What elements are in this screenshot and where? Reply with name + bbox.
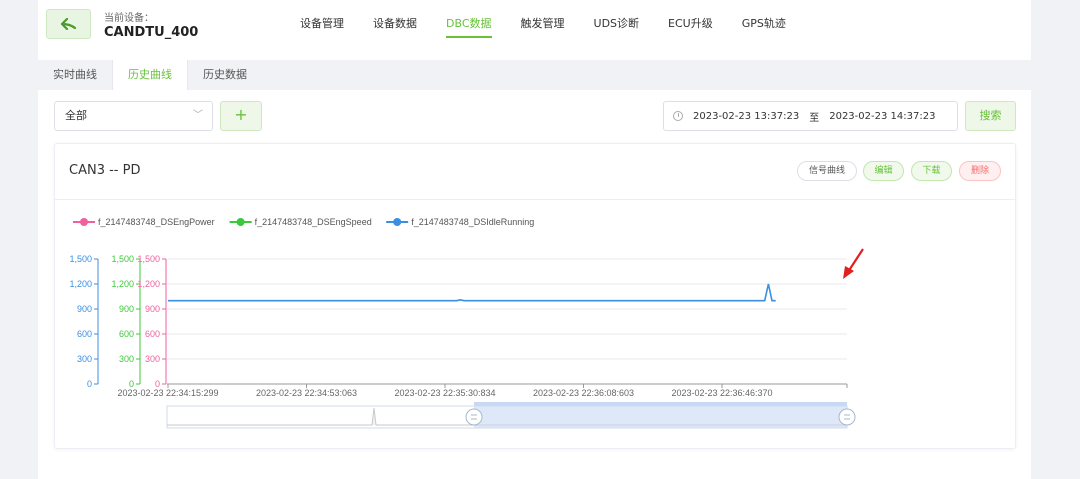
legend-marker xyxy=(80,218,88,226)
signal-select[interactable]: 全部 ﹀ xyxy=(54,101,213,131)
y-tick-label: 300 xyxy=(119,354,134,364)
clock-icon xyxy=(673,111,683,121)
y-tick-label: 300 xyxy=(77,354,92,364)
main-content: 全部 ﹀ + 2023-02-23 13:37:23 至 2023-02-23 … xyxy=(38,90,1031,479)
top-bar: 当前设备： CANDTU_400 设备管理 设备数据 DBC数据 触发管理 UD… xyxy=(38,0,1031,60)
nav-device-data[interactable]: 设备数据 xyxy=(373,16,417,38)
legend-label: f_2147483748_DSEngPower xyxy=(98,217,215,227)
y-tick-label: 1,200 xyxy=(111,279,134,289)
zoom-handle-right[interactable] xyxy=(838,408,856,426)
y-tick-label: 600 xyxy=(145,329,160,339)
chart-panel: CAN3 -- PD 信号曲线 编辑 下载 删除 f_2147483748_DS… xyxy=(54,143,1016,449)
y-tick-label: 600 xyxy=(77,329,92,339)
signal-select-value: 全部 xyxy=(65,109,87,122)
legend-marker xyxy=(236,218,245,226)
back-button[interactable] xyxy=(46,9,91,39)
x-tick-label: 2023-02-23 22:34:53:063 xyxy=(256,388,357,398)
x-tick-label: 2023-02-23 22:36:08:603 xyxy=(533,388,634,398)
history-chart: f_2147483748_DSEngPower f_2147483748_DSEn… xyxy=(69,217,864,429)
device-name: CANDTU_400 xyxy=(104,25,199,40)
y-tick-label: 300 xyxy=(145,354,160,364)
y-tick-label: 1,500 xyxy=(137,254,160,264)
tab-history-curve[interactable]: 历史曲线 xyxy=(112,60,188,90)
annotation-arrow-shaft xyxy=(847,248,864,273)
nav-trigger-management[interactable]: 触发管理 xyxy=(521,16,565,38)
y-tick-label: 1,200 xyxy=(69,279,92,289)
current-device-label: 当前设备： xyxy=(104,13,154,24)
zoom-handle-left[interactable] xyxy=(465,408,483,426)
chevron-down-icon: ﹀ xyxy=(193,110,203,121)
date-start[interactable]: 2023-02-23 13:37:23 xyxy=(693,111,799,122)
date-range-picker[interactable]: 2023-02-23 13:37:23 至 2023-02-23 14:37:2… xyxy=(663,101,958,131)
annotation-arrow-head xyxy=(843,266,854,279)
zoom-selection-bar xyxy=(474,402,847,406)
x-tick-label: 2023-02-23 22:35:30:834 xyxy=(394,388,495,398)
y-tick-label: 900 xyxy=(119,304,134,314)
tab-history-data[interactable]: 历史数据 xyxy=(188,60,262,90)
y-tick-label: 600 xyxy=(119,329,134,339)
nav-gps-track[interactable]: GPS轨迹 xyxy=(742,16,786,38)
y-tick-label: 1,500 xyxy=(111,254,134,264)
tab-realtime-curve[interactable]: 实时曲线 xyxy=(38,60,112,90)
y-tick-label: 0 xyxy=(87,379,92,389)
add-button[interactable]: + xyxy=(220,101,262,131)
back-arrow-icon xyxy=(60,18,76,30)
y-tick-label: 1,200 xyxy=(137,279,160,289)
zoom-handle-icon xyxy=(838,408,856,426)
date-end[interactable]: 2023-02-23 14:37:23 xyxy=(829,111,935,122)
main-nav: 设备管理 设备数据 DBC数据 触发管理 UDS诊断 ECU升级 GPS轨迹 xyxy=(300,16,815,38)
x-tick-label: 2023-02-23 22:34:15:299 xyxy=(117,388,218,398)
legend-label: f_2147483748_DSIdleRunning xyxy=(411,217,534,227)
y-tick-label: 900 xyxy=(77,304,92,314)
nav-dbc-data[interactable]: DBC数据 xyxy=(446,16,492,38)
nav-device-management[interactable]: 设备管理 xyxy=(300,16,344,38)
legend-label: f_2147483748_DSEngSpeed xyxy=(255,217,372,227)
nav-ecu-upgrade[interactable]: ECU升级 xyxy=(668,16,713,38)
nav-uds-diagnosis[interactable]: UDS诊断 xyxy=(594,16,640,38)
legend-marker xyxy=(393,218,402,226)
search-button[interactable]: 搜索 xyxy=(965,101,1016,131)
y-tick-label: 1,500 xyxy=(69,254,92,264)
x-tick-label: 2023-02-23 22:36:46:370 xyxy=(671,388,772,398)
y-tick-label: 900 xyxy=(145,304,160,314)
sub-tabs: 实时曲线 历史曲线 历史数据 xyxy=(38,60,1031,90)
zoom-handle-icon xyxy=(465,408,483,426)
date-separator: 至 xyxy=(809,112,820,124)
zoom-selection xyxy=(474,406,847,428)
series-line xyxy=(168,283,776,302)
